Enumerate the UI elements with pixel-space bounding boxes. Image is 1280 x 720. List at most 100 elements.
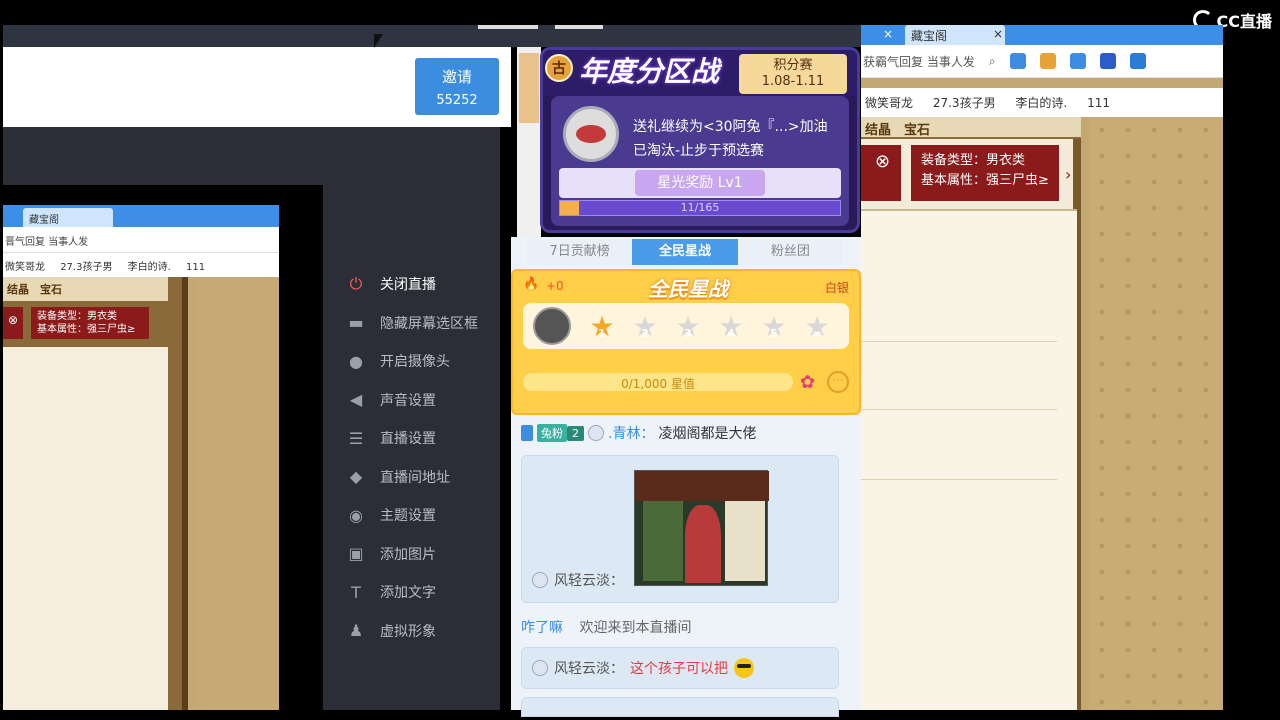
- banner-title: 年度分区战: [579, 55, 720, 88]
- star-progress-text: 0/1,000 星值: [621, 377, 695, 391]
- menu-item[interactable]: T 添加文字: [340, 573, 500, 612]
- word-icon[interactable]: [1099, 53, 1116, 69]
- close-icon[interactable]: ⊗: [861, 145, 901, 201]
- chevron-right-icon[interactable]: ›: [1065, 165, 1071, 184]
- tab-star-war[interactable]: 全民星战: [632, 239, 738, 265]
- preview-tab[interactable]: 藏宝阁: [23, 208, 113, 227]
- menu-item-label: 直播设置: [380, 431, 436, 448]
- bookmark-item[interactable]: 27.3孩子男: [933, 96, 996, 110]
- preview-scroll: 结晶 宝石 ⊗ 装备类型：男衣类 基本属性：强三尸虫≥: [3, 277, 188, 710]
- game-right-panel: [1089, 117, 1223, 710]
- bookmark-item[interactable]: 李白的诗.: [1015, 96, 1067, 110]
- browser-tabbar: × 藏宝阁 ×: [861, 25, 1223, 45]
- mouse-cursor: [374, 34, 383, 48]
- shared-screenshot[interactable]: [634, 470, 769, 586]
- banner-support-text: 送礼继续为<30阿兔『...>加油: [633, 119, 828, 135]
- translate-icon[interactable]: [1069, 53, 1086, 69]
- star-level: 1: [598, 327, 606, 340]
- user-level-icon: [532, 660, 548, 676]
- titlebar-control[interactable]: [555, 25, 603, 29]
- menu-item[interactable]: ▬ 隐藏屏幕选区框: [340, 304, 500, 343]
- toolbar-icon[interactable]: [1009, 53, 1026, 69]
- star-icon: ★ 2: [630, 312, 660, 342]
- star-icon: ★ 1: [587, 312, 617, 342]
- pinwheel-icon[interactable]: ✿: [800, 372, 815, 393]
- reward-progress-bar: 11/165: [559, 200, 841, 216]
- menu-item[interactable]: ● 开启摄像头: [340, 342, 500, 381]
- chat-username[interactable]: 风轻云淡：: [554, 570, 624, 590]
- menu-item[interactable]: ▣ 添加图片: [340, 535, 500, 574]
- divider: [861, 341, 1057, 342]
- chat-text: 凌烟阁都是大佬: [658, 426, 757, 442]
- chat-username[interactable]: .青林：: [608, 423, 654, 443]
- menu-item[interactable]: ☰ 直播设置: [340, 419, 500, 458]
- screen-icon[interactable]: [1129, 53, 1146, 69]
- speaker-icon: ◀: [349, 390, 363, 410]
- reward-box: 星光奖励 Lv1: [559, 168, 841, 198]
- menu-item-label: 主题设置: [380, 508, 436, 525]
- fire-icon: 🔥: [523, 277, 540, 292]
- screen: CC直播 邀请 55252 藏宝阁 晋气回复 当事人发 微笑哥龙 27.3孩子男…: [0, 0, 1280, 720]
- search-icon[interactable]: ⌕: [989, 54, 996, 69]
- invite-button[interactable]: 邀请 55252: [415, 58, 499, 115]
- reward-level: 星光奖励 Lv1: [635, 170, 765, 196]
- app-titlebar: [3, 25, 861, 47]
- star-level: 3: [684, 327, 692, 340]
- avatar: [533, 307, 571, 345]
- game-paper-panel: [861, 209, 1077, 710]
- tab-contribution[interactable]: 7日贡献榜: [527, 239, 633, 265]
- star-war-card: 🔥 +0 全民星战 白银 ★ 1 ★ 2 ★ 3 ★ 4 ★ 5 ★ ∞ 0/1,000 星值 ✿ ·…: [511, 269, 861, 415]
- fan-level: 2: [567, 425, 584, 441]
- bookmark-item[interactable]: 微笑哥龙: [865, 96, 913, 110]
- address-text[interactable]: 获霸气回复 当事人发: [863, 53, 975, 70]
- menu-item[interactable]: ◆ 直播间地址: [340, 458, 500, 497]
- avatar: [563, 106, 619, 162]
- chat-sender: 风轻云淡：: [532, 570, 624, 590]
- bookmark-item: 李白的诗.: [127, 262, 171, 273]
- star-war-title: 全民星战: [648, 277, 728, 301]
- game-browser-window: × 藏宝阁 × 获霸气回复 当事人发 ⌕ 微笑哥龙 27.3孩子男 李白的诗. …: [861, 25, 1223, 710]
- preview-tabbar: 藏宝阁: [3, 205, 279, 227]
- tooltip-line: 装备类型：男衣类: [37, 311, 117, 322]
- menu-item[interactable]: ♟ 虚拟形象: [340, 612, 500, 651]
- preview-heading: 结晶 宝石: [3, 277, 168, 301]
- titlebar-control[interactable]: [478, 25, 538, 29]
- close-tab-icon[interactable]: ×: [987, 25, 1009, 45]
- chat-panel: 7日贡献榜 全民星战 粉丝团 🔥 +0 全民星战 白银 ★ 1 ★ 2 ★ 3 ★ 4 ★ 5 ★ ∞…: [511, 237, 861, 717]
- star-level: 2: [641, 327, 649, 340]
- user-level-icon: [588, 425, 604, 441]
- divider: [861, 479, 1057, 480]
- menu-item-label: 直播间地址: [380, 469, 450, 486]
- screen-preview: 藏宝阁 晋气回复 当事人发 微笑哥龙 27.3孩子男 李白的诗. 111 结晶 …: [3, 185, 323, 710]
- menu-item-label: 虚拟形象: [380, 623, 436, 640]
- divider: [861, 409, 1057, 410]
- key-icon[interactable]: [1039, 53, 1056, 69]
- star-icon: ★ ∞: [802, 312, 832, 342]
- tooltip-line: 基本属性：强三尸虫≥: [921, 173, 1049, 188]
- star-level: 4: [727, 327, 735, 340]
- annual-zone-battle-banner[interactable]: 古 年度分区战 积分赛 1.08-1.11 送礼继续为<30阿兔『...>加油 …: [540, 47, 860, 233]
- close-tab-icon[interactable]: ×: [877, 25, 899, 45]
- menu-item[interactable]: ◉ 主题设置: [340, 496, 500, 535]
- menu-item[interactable]: ⏻ 关闭直播: [340, 265, 500, 304]
- tab-fan-group[interactable]: 粉丝团: [737, 239, 843, 265]
- bookmark-item[interactable]: 111: [1087, 96, 1110, 110]
- menu-item[interactable]: ◀ 声音设置: [340, 381, 500, 420]
- invite-label: 邀请: [441, 68, 472, 86]
- stage-name: 积分赛: [773, 58, 813, 73]
- game-heading: 结晶 宝石: [861, 117, 1081, 139]
- close-icon: ⊗: [3, 307, 23, 339]
- chat-username[interactable]: 咋了嘛: [521, 620, 563, 636]
- browser-bookmarks: 微笑哥龙 27.3孩子男 李白的诗. 111: [861, 88, 1223, 117]
- chat-username[interactable]: 风轻云淡：: [554, 658, 624, 678]
- image-icon: ▣: [348, 544, 364, 564]
- preview-equipment-tooltip: 装备类型：男衣类 基本属性：强三尸虫≥: [31, 307, 149, 339]
- preview-right-panel: [198, 277, 279, 710]
- side-rank-badge: [519, 53, 539, 123]
- more-button[interactable]: ···: [827, 371, 849, 393]
- menu-item-label: 添加图片: [380, 546, 436, 563]
- avatar-icon: ♟: [348, 621, 364, 641]
- star-level: ∞: [812, 327, 822, 340]
- chat-tabs: 7日贡献榜 全民星战 粉丝团: [527, 239, 843, 265]
- top-strip: [0, 0, 1280, 25]
